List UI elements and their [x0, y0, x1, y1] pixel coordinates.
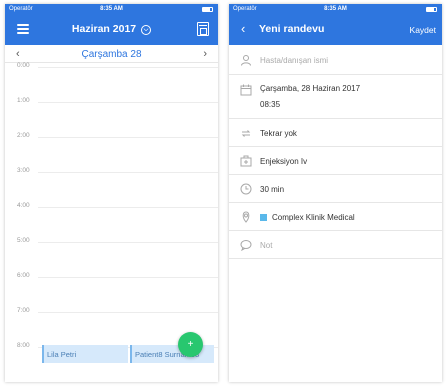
- location-field[interactable]: Complex Klinik Medical: [229, 203, 442, 231]
- repeat-value: Tekrar yok: [260, 129, 297, 138]
- person-icon: [241, 55, 251, 66]
- service-value: Enjeksiyon Iv: [260, 157, 308, 166]
- battery-icon: [426, 7, 437, 12]
- new-appointment-screen: Operatör 8:35 AM ‹ Yeni randevu Kaydet H…: [229, 4, 442, 382]
- repeat-icon: [241, 130, 251, 137]
- calendar-icon[interactable]: [197, 22, 209, 36]
- hour-row: 6:00: [5, 272, 218, 279]
- time-value: 08:35: [260, 100, 281, 109]
- hour-label: 6:00: [17, 272, 30, 279]
- hour-label: 1:00: [17, 97, 30, 104]
- location-value: Complex Klinik Medical: [260, 213, 355, 222]
- hour-divider: [38, 207, 218, 208]
- hour-row: 7:00: [5, 307, 218, 314]
- patient-field[interactable]: Hasta/danışan ismi: [229, 45, 442, 75]
- status-bar: Operatör 8:35 AM: [229, 4, 442, 15]
- calendar-icon: [240, 84, 252, 96]
- repeat-field[interactable]: Tekrar yok: [229, 119, 442, 147]
- add-appointment-button[interactable]: +: [178, 332, 203, 357]
- day-title: Çarşamba 28: [81, 49, 142, 60]
- hour-divider: [38, 67, 218, 68]
- location-color-swatch: [260, 214, 267, 221]
- month-title: Haziran 2017: [71, 23, 137, 35]
- hour-label: 8:00: [17, 342, 30, 349]
- duration-field[interactable]: 30 min: [229, 175, 442, 203]
- next-day-button[interactable]: ›: [203, 48, 207, 60]
- hour-label: 2:00: [17, 132, 30, 139]
- hour-row: 3:00: [5, 167, 218, 174]
- appointment-event[interactable]: Lila Petri: [42, 345, 128, 363]
- save-button[interactable]: Kaydet: [410, 25, 436, 35]
- medical-kit-icon: [240, 155, 252, 167]
- hour-label: 4:00: [17, 202, 30, 209]
- status-time: 8:35 AM: [100, 6, 123, 12]
- status-bar: Operatör 8:35 AM: [5, 4, 218, 15]
- hour-label: 0:00: [17, 62, 30, 69]
- calendar-nav-bar: Haziran 2017 ⌵: [5, 15, 218, 45]
- hour-divider: [38, 277, 218, 278]
- hour-row: 1:00: [5, 97, 218, 104]
- hour-label: 7:00: [17, 307, 30, 314]
- day-bar: ‹ Çarşamba 28 ›: [5, 45, 218, 63]
- hour-divider: [38, 102, 218, 103]
- hour-row: 4:00: [5, 202, 218, 209]
- hour-row: 2:00: [5, 132, 218, 139]
- hour-row: 5:00: [5, 237, 218, 244]
- appointment-nav-bar: ‹ Yeni randevu Kaydet: [229, 15, 442, 45]
- hour-label: 3:00: [17, 167, 30, 174]
- note-field[interactable]: Not: [229, 231, 442, 259]
- battery-icon: [202, 7, 213, 12]
- location-name: Complex Klinik Medical: [272, 213, 355, 222]
- hour-divider: [38, 137, 218, 138]
- comment-icon: [240, 240, 252, 251]
- service-field[interactable]: Enjeksiyon Iv: [229, 147, 442, 175]
- patient-name-input[interactable]: Hasta/danışan ismi: [260, 56, 328, 65]
- date-time-field[interactable]: Çarşamba, 28 Haziran 2017 08:35: [229, 75, 442, 119]
- status-time: 8:35 AM: [324, 6, 347, 12]
- location-pin-icon: [242, 211, 250, 223]
- hour-divider: [38, 172, 218, 173]
- hour-divider: [38, 312, 218, 313]
- clock-icon: [240, 183, 252, 195]
- hour-divider: [38, 242, 218, 243]
- duration-value: 30 min: [260, 185, 285, 194]
- month-selector[interactable]: Haziran 2017 ⌵: [5, 23, 218, 35]
- hour-row: 0:00: [5, 62, 218, 69]
- note-input[interactable]: Not: [260, 241, 272, 250]
- hour-label: 5:00: [17, 237, 30, 244]
- back-button[interactable]: ‹: [241, 22, 245, 36]
- chevron-down-icon: ⌵: [141, 25, 152, 35]
- page-title: Yeni randevu: [259, 23, 325, 35]
- date-value: Çarşamba, 28 Haziran 2017: [260, 84, 361, 93]
- calendar-screen: Operatör 8:35 AM Haziran 2017 ⌵ ‹ Çarşam…: [5, 4, 218, 382]
